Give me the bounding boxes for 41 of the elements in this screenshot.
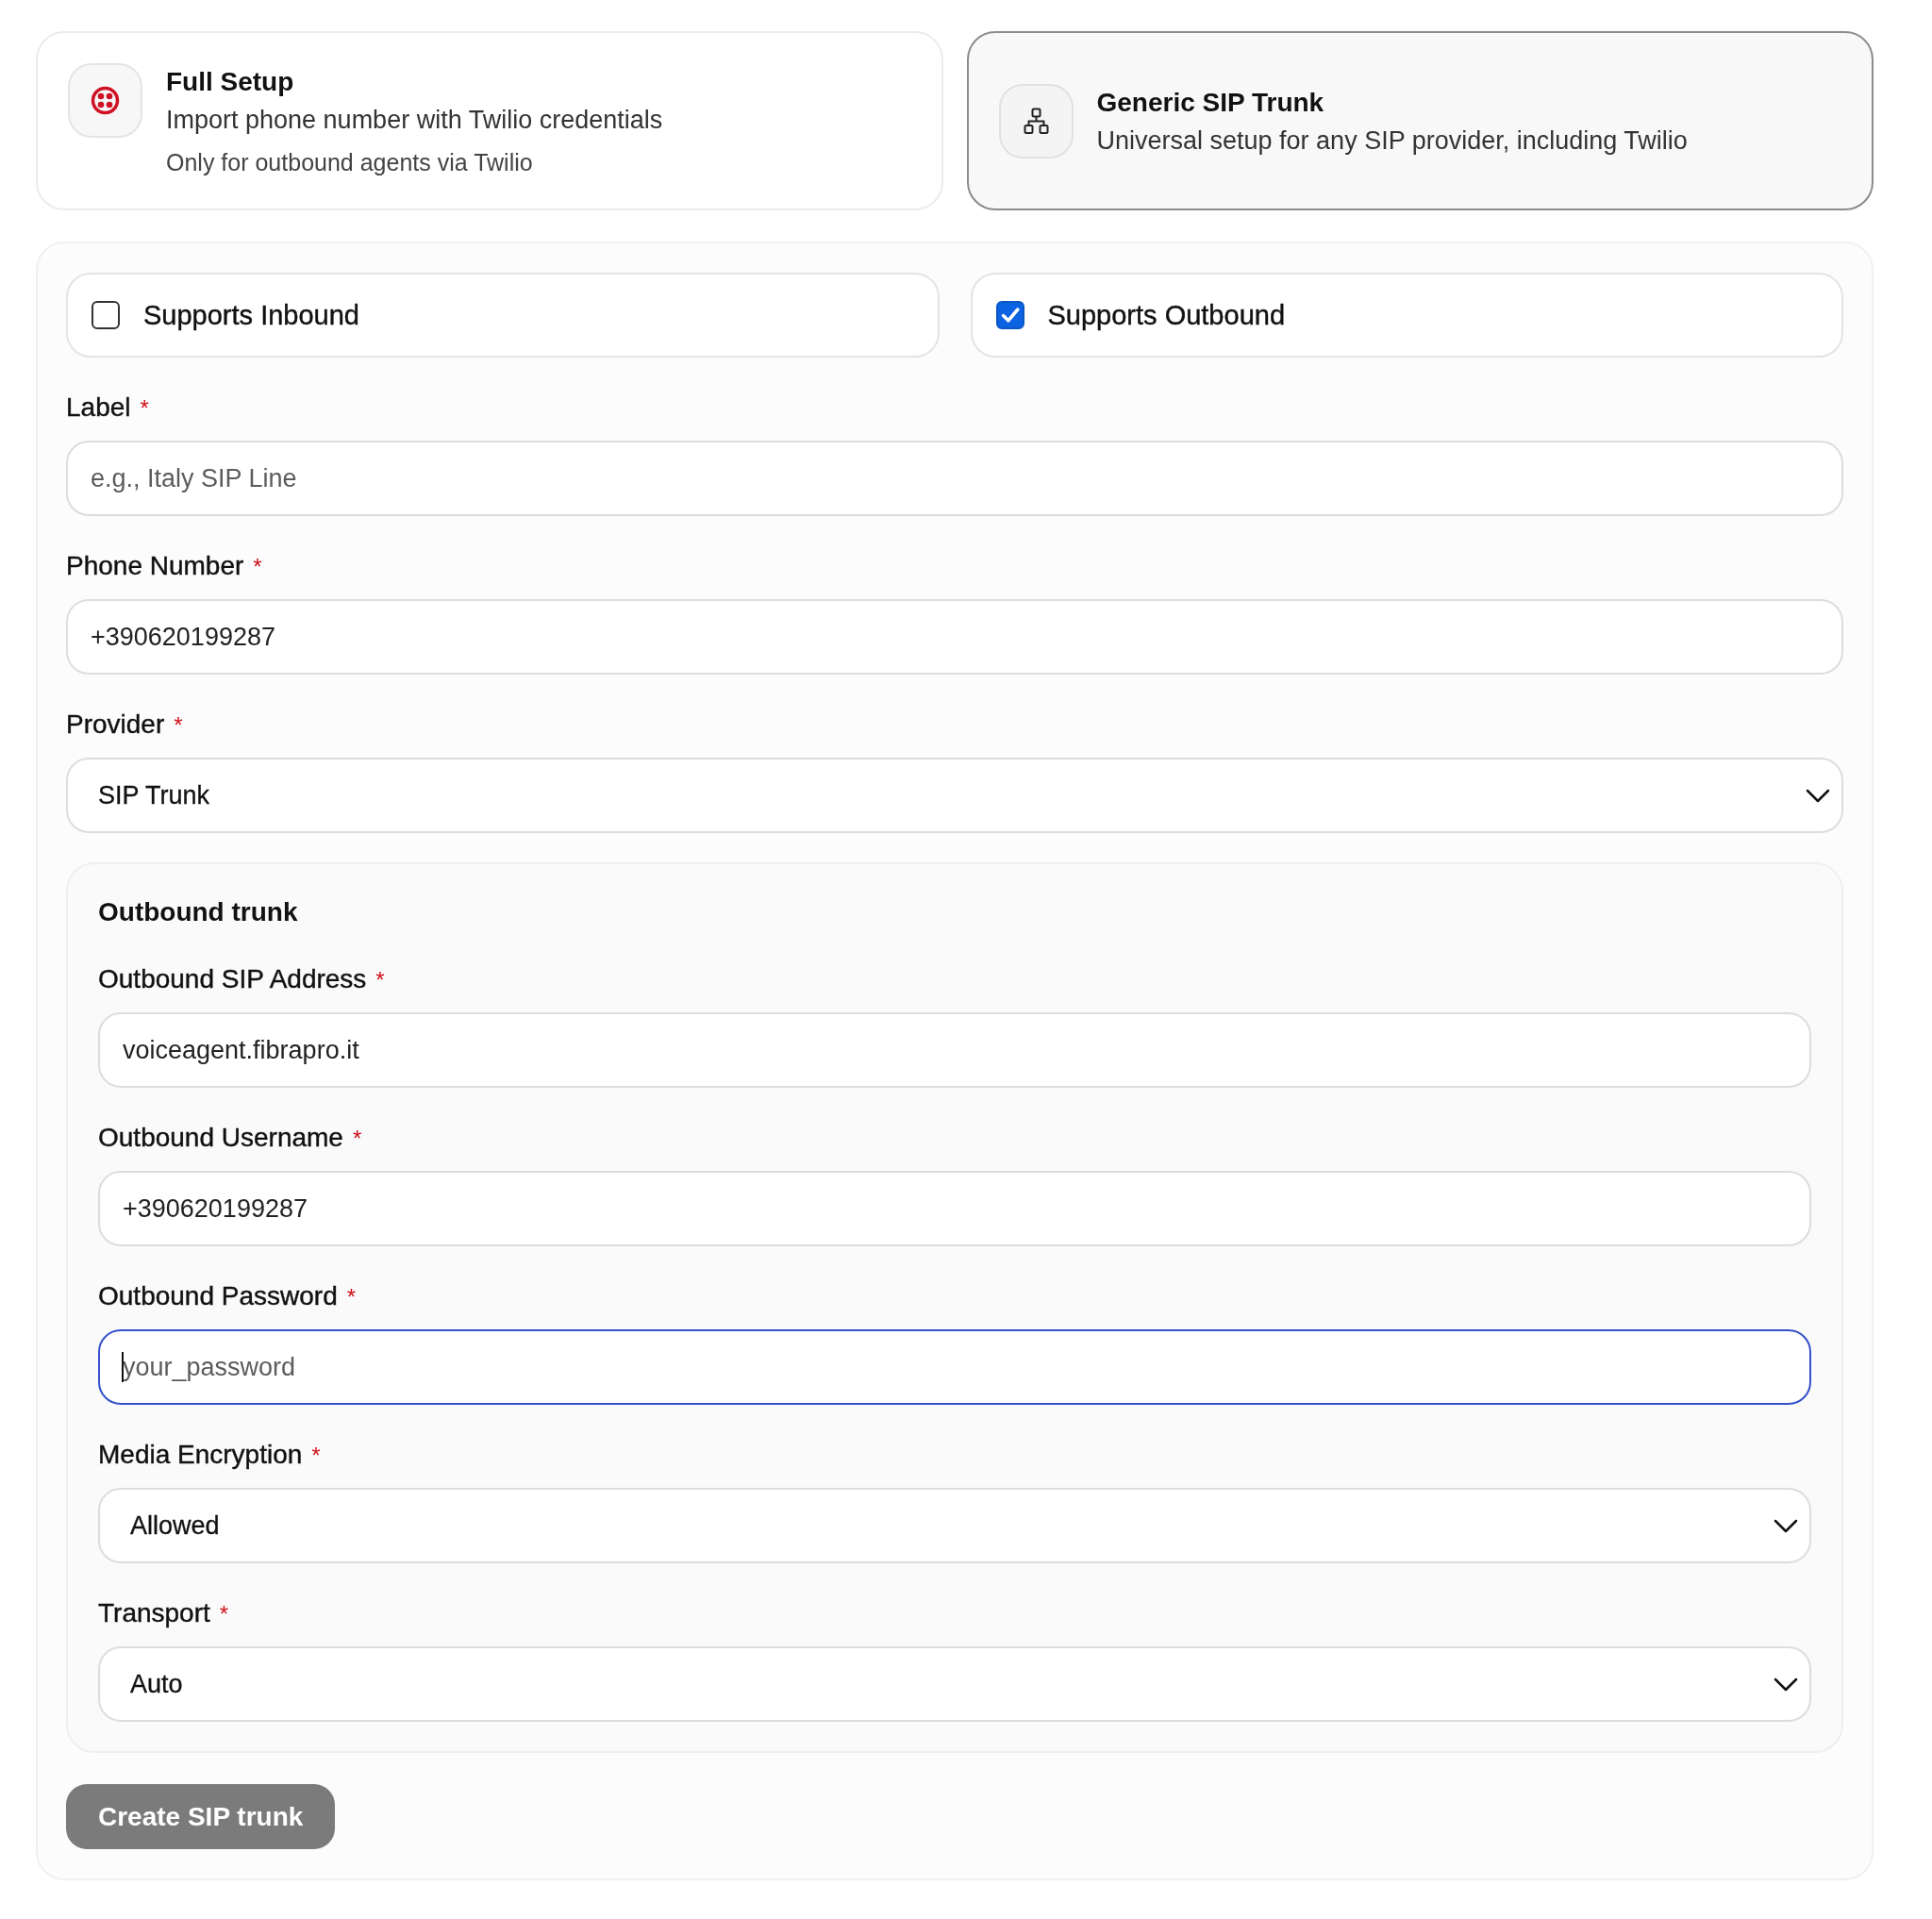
field-label: Media Encryption (98, 1439, 303, 1471)
select-field[interactable]: SIP Trunk (66, 758, 1843, 833)
text-cursor-icon (122, 1352, 124, 1382)
required-asterisk: * (140, 394, 149, 423)
required-asterisk: * (352, 1125, 362, 1153)
required-asterisk: * (346, 1283, 357, 1311)
required-asterisk: * (219, 1600, 229, 1628)
option-note: Only for outbound agents via Twilio (166, 148, 534, 177)
required-asterisk: * (375, 966, 385, 994)
field-label: Outbound Username (98, 1122, 343, 1154)
option-description: Universal setup for any SIP provider, including Twilio (1096, 125, 1688, 157)
circle-dots-icon (68, 63, 142, 138)
field-label: Outbound Password (98, 1280, 338, 1312)
select-field[interactable]: Auto (98, 1646, 1811, 1722)
option-description: Import phone number with Twilio credentials (166, 105, 663, 136)
option-title: Full Setup (166, 66, 295, 98)
checkbox[interactable] (92, 301, 120, 329)
option-title: Generic SIP Trunk (1096, 86, 1325, 119)
field-label: Outbound SIP Address (98, 963, 367, 995)
input-field[interactable]: voiceagent.fibrapro.it (98, 1012, 1811, 1088)
select-field[interactable]: Allowed (98, 1488, 1811, 1563)
checkbox-label[interactable]: Supports Outbound (1047, 298, 1285, 332)
field-label: Label (66, 392, 131, 424)
input-field[interactable]: +390620199287 (66, 599, 1843, 675)
field-label: Phone Number (66, 550, 244, 582)
field-label: Provider (66, 709, 165, 741)
chevron-down-icon (1774, 1677, 1798, 1692)
setup-option-card[interactable]: Generic SIP Trunk Universal setup for any SIP provider, including Twilio (966, 31, 1874, 210)
input-field[interactable]: your_password (98, 1329, 1811, 1405)
chevron-down-icon (1806, 788, 1830, 803)
input-field[interactable]: +390620199287 (98, 1171, 1811, 1246)
setup-option-card[interactable]: Full Setup Import phone number with Twilio credentials Only for outbound agents via Twilio (36, 31, 943, 210)
required-asterisk: * (311, 1442, 321, 1470)
checkbox[interactable] (995, 301, 1024, 329)
checkbox-label[interactable]: Supports Inbound (143, 298, 359, 332)
required-asterisk: * (253, 553, 262, 581)
chevron-down-icon (1774, 1518, 1798, 1533)
section-title: Outbound trunk (98, 896, 299, 928)
required-asterisk: * (174, 711, 183, 740)
hierarchy-icon (998, 83, 1074, 159)
field-label: Transport (98, 1597, 210, 1629)
